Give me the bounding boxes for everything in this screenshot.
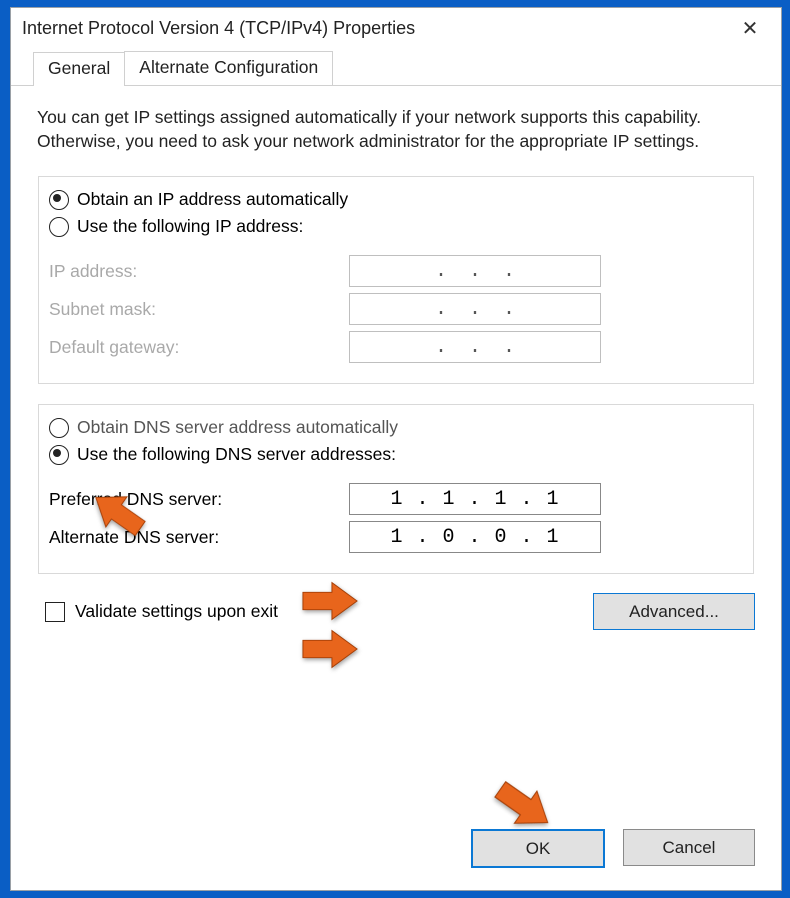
input-subnet-mask: ...: [349, 293, 601, 325]
label-default-gateway: Default gateway:: [49, 337, 349, 358]
ip-group: Obtain an IP address automatically Use t…: [37, 175, 755, 385]
input-alternate-dns[interactable]: 1 . 0 . 0 . 1: [349, 521, 601, 553]
label-ip-address: IP address:: [49, 261, 349, 282]
annotation-arrow-icon: [301, 626, 359, 672]
cancel-button[interactable]: Cancel: [623, 829, 755, 866]
radio-ip-manual-label: Use the following IP address:: [77, 216, 303, 237]
radio-ip-auto[interactable]: [49, 190, 69, 210]
label-subnet-mask: Subnet mask:: [49, 299, 349, 320]
dns-group: Obtain DNS server address automatically …: [37, 403, 755, 575]
label-alternate-dns: Alternate DNS server:: [49, 527, 349, 548]
tab-alternate-configuration[interactable]: Alternate Configuration: [124, 51, 333, 85]
ok-button[interactable]: OK: [471, 829, 605, 868]
label-validate-settings: Validate settings upon exit: [75, 601, 278, 622]
close-icon[interactable]: ✕: [730, 16, 770, 41]
titlebar: Internet Protocol Version 4 (TCP/IPv4) P…: [11, 8, 781, 48]
input-preferred-dns[interactable]: 1 . 1 . 1 . 1: [349, 483, 601, 515]
radio-ip-auto-label: Obtain an IP address automatically: [77, 189, 348, 210]
description-text: You can get IP settings assigned automat…: [37, 106, 755, 153]
input-default-gateway: ...: [349, 331, 601, 363]
advanced-button[interactable]: Advanced...: [593, 593, 755, 630]
dialog-footer: OK Cancel: [11, 819, 781, 890]
radio-dns-manual[interactable]: [49, 445, 69, 465]
tab-strip: General Alternate Configuration: [11, 51, 781, 86]
label-preferred-dns: Preferred DNS server:: [49, 489, 349, 510]
tab-panel-general: You can get IP settings assigned automat…: [11, 86, 781, 819]
properties-dialog: Internet Protocol Version 4 (TCP/IPv4) P…: [10, 7, 782, 891]
window-title: Internet Protocol Version 4 (TCP/IPv4) P…: [22, 18, 730, 39]
radio-dns-manual-label: Use the following DNS server addresses:: [77, 444, 396, 465]
radio-dns-auto-label: Obtain DNS server address automatically: [77, 417, 398, 438]
input-ip-address: ...: [349, 255, 601, 287]
radio-dns-auto[interactable]: [49, 418, 69, 438]
checkbox-validate-settings[interactable]: [45, 602, 65, 622]
tab-general[interactable]: General: [33, 52, 125, 86]
radio-ip-manual[interactable]: [49, 217, 69, 237]
